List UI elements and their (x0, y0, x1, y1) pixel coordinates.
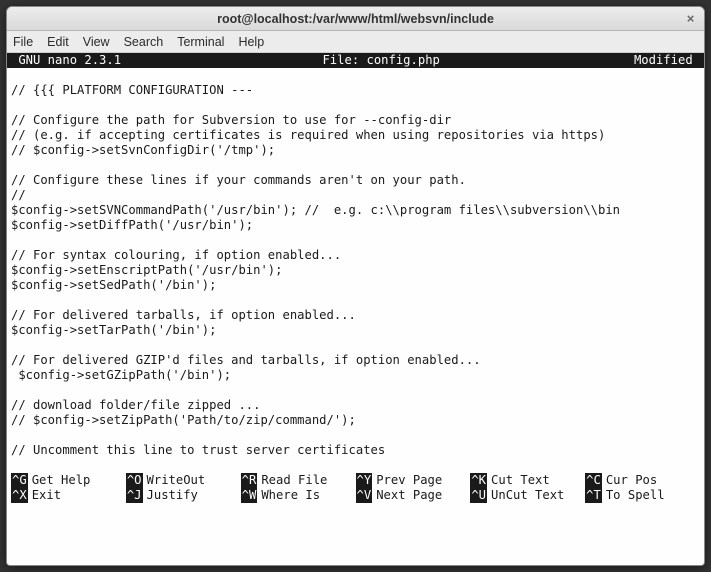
window-title: root@localhost:/var/www/html/websvn/incl… (217, 12, 494, 26)
shortcut-key: ^O (126, 473, 143, 488)
menu-search[interactable]: Search (124, 35, 164, 49)
shortcut-justify[interactable]: ^JJustify (126, 488, 241, 503)
close-icon[interactable]: × (683, 11, 698, 26)
shortcut-key: ^R (241, 473, 258, 488)
shortcut-label: Next Page (372, 488, 442, 503)
shortcut-to-spell[interactable]: ^TTo Spell (585, 488, 700, 503)
code-line (11, 158, 700, 173)
code-line: // For delivered GZIP'd files and tarbal… (11, 353, 700, 368)
terminal-area[interactable]: GNU nano 2.3.1 File: config.php Modified… (7, 53, 704, 565)
code-line: // For delivered tarballs, if option ena… (11, 308, 700, 323)
code-line (11, 458, 700, 473)
shortcut-uncut-text[interactable]: ^UUnCut Text (470, 488, 585, 503)
shortcut-key: ^U (470, 488, 487, 503)
shortcut-writeout[interactable]: ^OWriteOut (126, 473, 241, 488)
shortcut-where-is[interactable]: ^WWhere Is (241, 488, 356, 503)
shortcut-key: ^G (11, 473, 28, 488)
shortcut-label: UnCut Text (487, 488, 564, 503)
shortcut-label: Exit (28, 488, 61, 503)
shortcut-key: ^J (126, 488, 143, 503)
shortcut-get-help[interactable]: ^GGet Help (11, 473, 126, 488)
titlebar[interactable]: root@localhost:/var/www/html/websvn/incl… (7, 7, 704, 31)
shortcut-label: Cur Pos (602, 473, 657, 488)
shortcut-label: Prev Page (372, 473, 442, 488)
shortcut-key: ^X (11, 488, 28, 503)
shortcut-label: Justify (143, 488, 198, 503)
shortcut-key: ^Y (356, 473, 373, 488)
code-line: // Uncomment this line to trust server c… (11, 443, 700, 458)
shortcut-cut-text[interactable]: ^KCut Text (470, 473, 585, 488)
code-line: // For syntax colouring, if option enabl… (11, 248, 700, 263)
code-line (11, 68, 700, 83)
shortcut-prev-page[interactable]: ^YPrev Page (356, 473, 471, 488)
code-line: $config->setGZipPath('/bin'); (11, 368, 700, 383)
code-line (11, 98, 700, 113)
code-line (11, 233, 700, 248)
nano-shortcuts-row2: ^XExit^JJustify^WWhere Is^VNext Page^UUn… (7, 488, 704, 503)
code-line: $config->setEnscriptPath('/usr/bin'); (11, 263, 700, 278)
code-line: $config->setDiffPath('/usr/bin'); (11, 218, 700, 233)
menu-file[interactable]: File (13, 35, 33, 49)
menu-help[interactable]: Help (238, 35, 264, 49)
code-line: $config->setTarPath('/bin'); (11, 323, 700, 338)
shortcut-key: ^K (470, 473, 487, 488)
shortcut-key: ^V (356, 488, 373, 503)
menu-view[interactable]: View (83, 35, 110, 49)
nano-statusbar: GNU nano 2.3.1 File: config.php Modified (7, 53, 704, 68)
code-line: // (e.g. if accepting certificates is re… (11, 128, 700, 143)
terminal-window: root@localhost:/var/www/html/websvn/incl… (6, 6, 705, 566)
code-line (11, 428, 700, 443)
code-line: $config->setSVNCommandPath('/usr/bin'); … (11, 203, 700, 218)
code-line: $config->setSedPath('/bin'); (11, 278, 700, 293)
shortcut-label: To Spell (602, 488, 665, 503)
shortcut-key: ^T (585, 488, 602, 503)
shortcut-key: ^W (241, 488, 258, 503)
code-line: // {{{ PLATFORM CONFIGURATION --- (11, 83, 700, 98)
shortcut-label: Where Is (257, 488, 320, 503)
code-line: // $config->setSvnConfigDir('/tmp'); (11, 143, 700, 158)
shortcut-key: ^C (585, 473, 602, 488)
nano-version: GNU nano 2.3.1 (11, 53, 128, 68)
nano-filename: File: config.php (128, 53, 634, 68)
editor-content[interactable]: // {{{ PLATFORM CONFIGURATION --- // Conf… (7, 68, 704, 473)
code-line: // Configure the path for Subversion to … (11, 113, 700, 128)
code-line (11, 338, 700, 353)
shortcut-label: Read File (257, 473, 327, 488)
shortcut-exit[interactable]: ^XExit (11, 488, 126, 503)
code-line (11, 293, 700, 308)
nano-modified-flag: Modified (634, 53, 700, 68)
code-line: // (11, 188, 700, 203)
menu-edit[interactable]: Edit (47, 35, 69, 49)
menubar: File Edit View Search Terminal Help (7, 31, 704, 53)
code-line: // download folder/file zipped ... (11, 398, 700, 413)
menu-terminal[interactable]: Terminal (177, 35, 224, 49)
code-line: // $config->setZipPath('Path/to/zip/comm… (11, 413, 700, 428)
nano-shortcuts-row1: ^GGet Help^OWriteOut^RRead File^YPrev Pa… (7, 473, 704, 488)
shortcut-label: Get Help (28, 473, 91, 488)
shortcut-next-page[interactable]: ^VNext Page (356, 488, 471, 503)
code-line: // Configure these lines if your command… (11, 173, 700, 188)
shortcut-read-file[interactable]: ^RRead File (241, 473, 356, 488)
shortcut-label: Cut Text (487, 473, 550, 488)
code-line (11, 383, 700, 398)
shortcut-label: WriteOut (143, 473, 206, 488)
shortcut-cur-pos[interactable]: ^CCur Pos (585, 473, 700, 488)
